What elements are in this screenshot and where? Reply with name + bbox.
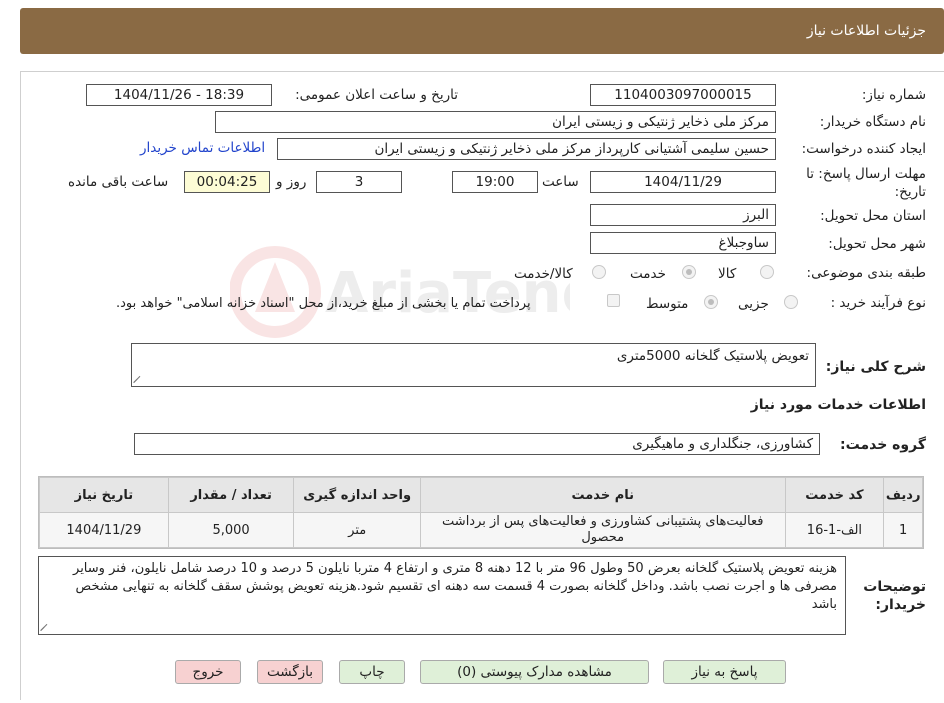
creator-label: ایجاد کننده درخواست: <box>801 141 926 157</box>
deadline-time-field: 19:00 <box>452 171 538 193</box>
announce-label: تاریخ و ساعت اعلان عمومی: <box>295 87 458 103</box>
buyer-org-field: مرکز ملی ذخایر ژنتیکی و زیستی ایران <box>215 111 776 133</box>
print-button[interactable]: چاپ <box>339 660 405 684</box>
col-header-row-number: ردیف <box>883 477 923 513</box>
buyer-notes-field[interactable]: هزینه تعویض پلاستیک گلخانه بعرض 50 وطول … <box>38 556 846 635</box>
back-button[interactable]: بازگشت <box>257 660 323 684</box>
table-header-row: ردیف کد خدمت نام خدمت واحد اندازه گیری ت… <box>39 477 923 513</box>
days-field: 3 <box>316 171 402 193</box>
category-label: طبقه بندی موضوعی: <box>806 265 926 281</box>
creator-field: حسین سلیمی آشتیانی کارپرداز مرکز ملی ذخا… <box>277 138 776 160</box>
cell-row-number: 1 <box>883 512 923 548</box>
cell-service-name: فعالیت‌های پشتیبانی کشاورزی و فعالیت‌های… <box>420 512 786 548</box>
col-header-service-name: نام خدمت <box>420 477 786 513</box>
cell-need-date: 1404/11/29 <box>39 512 169 548</box>
resize-grip-icon[interactable] <box>134 375 142 383</box>
category-service-radio[interactable] <box>682 265 696 279</box>
process-label: نوع فرآیند خرید : <box>830 295 926 311</box>
service-group-field: کشاورزی، جنگلداری و ماهیگیری <box>134 433 820 455</box>
category-option-goods: کالا <box>718 266 737 282</box>
services-table: ردیف کد خدمت نام خدمت واحد اندازه گیری ت… <box>38 476 924 549</box>
view-attachments-button[interactable]: مشاهده مدارک پیوستی (0) <box>420 660 649 684</box>
col-header-unit: واحد اندازه گیری <box>293 477 422 513</box>
category-both-radio[interactable] <box>592 265 606 279</box>
summary-label: شرح کلی نیاز: <box>825 359 926 375</box>
need-number-field: 1104003097000015 <box>590 84 776 106</box>
services-title: اطلاعات خدمات مورد نیاز <box>750 397 926 413</box>
process-minor-radio[interactable] <box>784 295 798 309</box>
cell-unit: متر <box>293 512 422 548</box>
cell-quantity: 5,000 <box>167 512 295 548</box>
process-medium-radio[interactable] <box>704 295 718 309</box>
city-label: شهر محل تحویل: <box>828 236 926 252</box>
page-title: جزئیات اطلاعات نیاز <box>806 23 926 39</box>
province-label: استان محل تحویل: <box>820 208 926 224</box>
category-goods-radio[interactable] <box>760 265 774 279</box>
summary-field[interactable]: تعویض پلاستیک گلخانه 5000متری <box>131 343 816 387</box>
process-option-minor: جزیی <box>738 296 769 312</box>
deadline-time-label: ساعت <box>542 174 579 190</box>
buyer-notes-label: توضیحات خریدار: <box>863 579 926 613</box>
days-label: روز و <box>276 174 307 190</box>
reply-button[interactable]: پاسخ به نیاز <box>663 660 786 684</box>
cell-service-code: الف-1-16 <box>784 512 885 548</box>
resize-grip-icon[interactable] <box>41 623 49 631</box>
page-header: جزئیات اطلاعات نیاز <box>20 8 944 54</box>
category-option-service: خدمت <box>630 266 666 282</box>
treasury-payment-checkbox[interactable] <box>607 294 620 307</box>
remaining-time-field: 00:04:25 <box>184 171 270 193</box>
buyer-contact-link[interactable]: اطلاعات تماس خریدار <box>140 140 265 156</box>
buyer-org-label: نام دستگاه خریدار: <box>819 114 926 130</box>
watermark-logo: AriaTender.neT <box>230 246 570 338</box>
payment-note: پرداخت تمام یا بخشی از مبلغ خرید،از محل … <box>116 296 531 311</box>
announce-field: 1404/11/26 - 18:39 <box>86 84 272 106</box>
exit-button[interactable]: خروج <box>175 660 241 684</box>
category-option-both: کالا/خدمت <box>514 266 573 282</box>
province-field: البرز <box>590 204 776 226</box>
service-group-label: گروه خدمت: <box>840 437 926 453</box>
buyer-notes-text: هزینه تعویض پلاستیک گلخانه بعرض 50 وطول … <box>73 561 837 612</box>
col-header-need-date: تاریخ نیاز <box>39 477 169 513</box>
deadline-date-field: 1404/11/29 <box>590 171 776 193</box>
table-row: 1 الف-1-16 فعالیت‌های پشتیبانی کشاورزی و… <box>39 512 923 548</box>
deadline-label: مهلت ارسال پاسخ: تا تاریخ: <box>806 166 926 200</box>
col-header-quantity: تعداد / مقدار <box>167 477 295 513</box>
process-option-medium: متوسط <box>646 296 689 312</box>
summary-text: تعویض پلاستیک گلخانه 5000متری <box>616 348 809 364</box>
remaining-label: ساعت باقی مانده <box>68 174 169 190</box>
need-number-label: شماره نیاز: <box>861 87 926 103</box>
col-header-service-code: کد خدمت <box>784 477 885 513</box>
city-field: ساوجبلاغ <box>590 232 776 254</box>
